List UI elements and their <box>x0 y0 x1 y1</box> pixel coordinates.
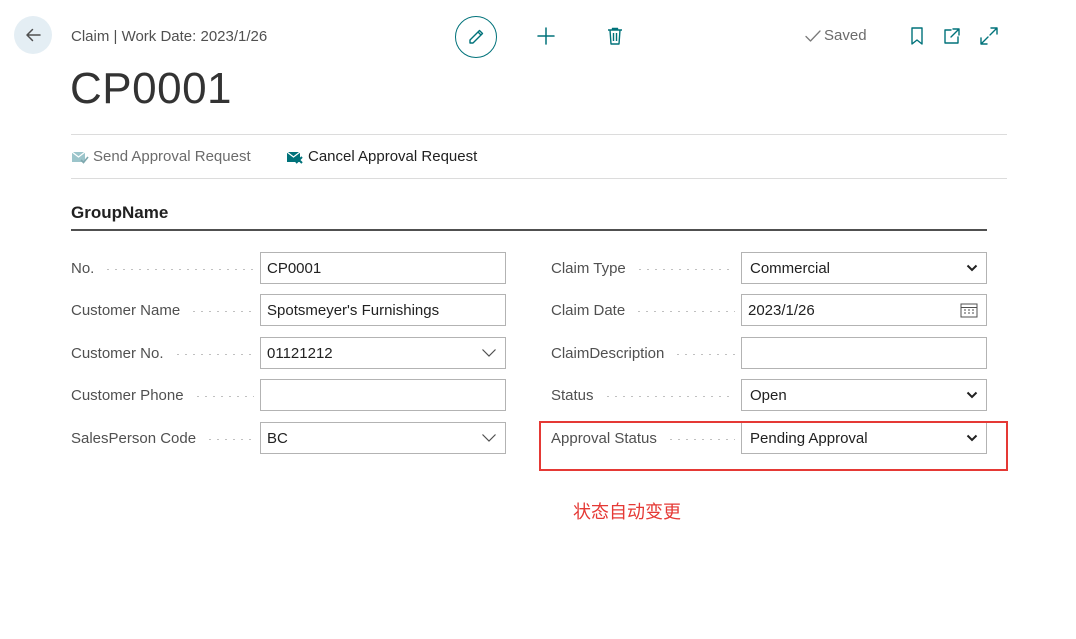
customer-phone-field[interactable] <box>260 379 506 411</box>
claim-date-field[interactable]: 2023/1/26 <box>741 294 987 326</box>
page-title: CP0001 <box>70 64 233 113</box>
field-label-claim-description: ClaimDescription <box>551 337 741 369</box>
expand-icon <box>979 26 999 46</box>
bookmark-button[interactable] <box>906 25 928 47</box>
saved-indicator: Saved <box>804 27 867 44</box>
group-header: GroupName <box>71 203 169 222</box>
field-label-no: No. <box>71 252 260 284</box>
customer-no-lookup[interactable]: 01121212 <box>260 337 506 369</box>
breadcrumb: Claim | Work Date: 2023/1/26 <box>71 28 268 45</box>
delete-button[interactable] <box>604 24 626 48</box>
cancel-approval-icon <box>286 149 304 165</box>
checkmark-icon <box>804 28 822 44</box>
no-field[interactable]: CP0001 <box>260 252 506 284</box>
new-button[interactable] <box>534 24 558 48</box>
field-label-customer-no: Customer No. <box>71 337 260 369</box>
field-label-customer-phone: Customer Phone <box>71 379 260 411</box>
highlight-box <box>539 421 1008 471</box>
saved-label: Saved <box>824 27 867 44</box>
open-new-window-icon <box>942 26 962 46</box>
customer-name-field[interactable]: Spotsmeyer's Furnishings <box>260 294 506 326</box>
send-approval-label: Send Approval Request <box>93 148 251 165</box>
expand-button[interactable] <box>978 25 1000 47</box>
field-label-salesperson-code: SalesPerson Code <box>71 422 260 454</box>
claim-type-select[interactable]: Commercial <box>741 252 987 284</box>
annotation-note: 状态自动变更 <box>573 502 681 522</box>
cancel-approval-request-button[interactable]: Cancel Approval Request <box>286 148 477 165</box>
plus-icon <box>536 26 556 46</box>
status-select[interactable]: Open <box>741 379 987 411</box>
salesperson-code-lookup[interactable]: BC <box>260 422 506 454</box>
group-underline <box>71 229 987 231</box>
open-new-window-button[interactable] <box>941 25 963 47</box>
divider <box>71 134 1007 135</box>
field-label-claim-date: Claim Date <box>551 294 741 326</box>
field-label-customer-name: Customer Name <box>71 294 260 326</box>
trash-icon <box>606 26 624 46</box>
bookmark-icon <box>909 26 925 46</box>
pencil-icon <box>466 27 486 47</box>
send-approval-icon <box>71 149 89 165</box>
chevron-down-icon <box>481 348 497 358</box>
chevron-down-icon <box>966 264 978 272</box>
send-approval-request-button[interactable]: Send Approval Request <box>71 148 251 165</box>
chevron-down-icon <box>966 391 978 399</box>
back-button[interactable] <box>14 16 52 54</box>
chevron-down-icon <box>481 433 497 443</box>
divider <box>71 178 1007 179</box>
field-label-status: Status <box>551 379 741 411</box>
claim-description-field[interactable] <box>741 337 987 369</box>
cancel-approval-label: Cancel Approval Request <box>308 148 478 165</box>
edit-button[interactable] <box>455 16 497 58</box>
field-label-claim-type: Claim Type <box>551 252 741 284</box>
back-arrow-icon <box>23 25 43 45</box>
calendar-icon[interactable] <box>960 302 978 318</box>
